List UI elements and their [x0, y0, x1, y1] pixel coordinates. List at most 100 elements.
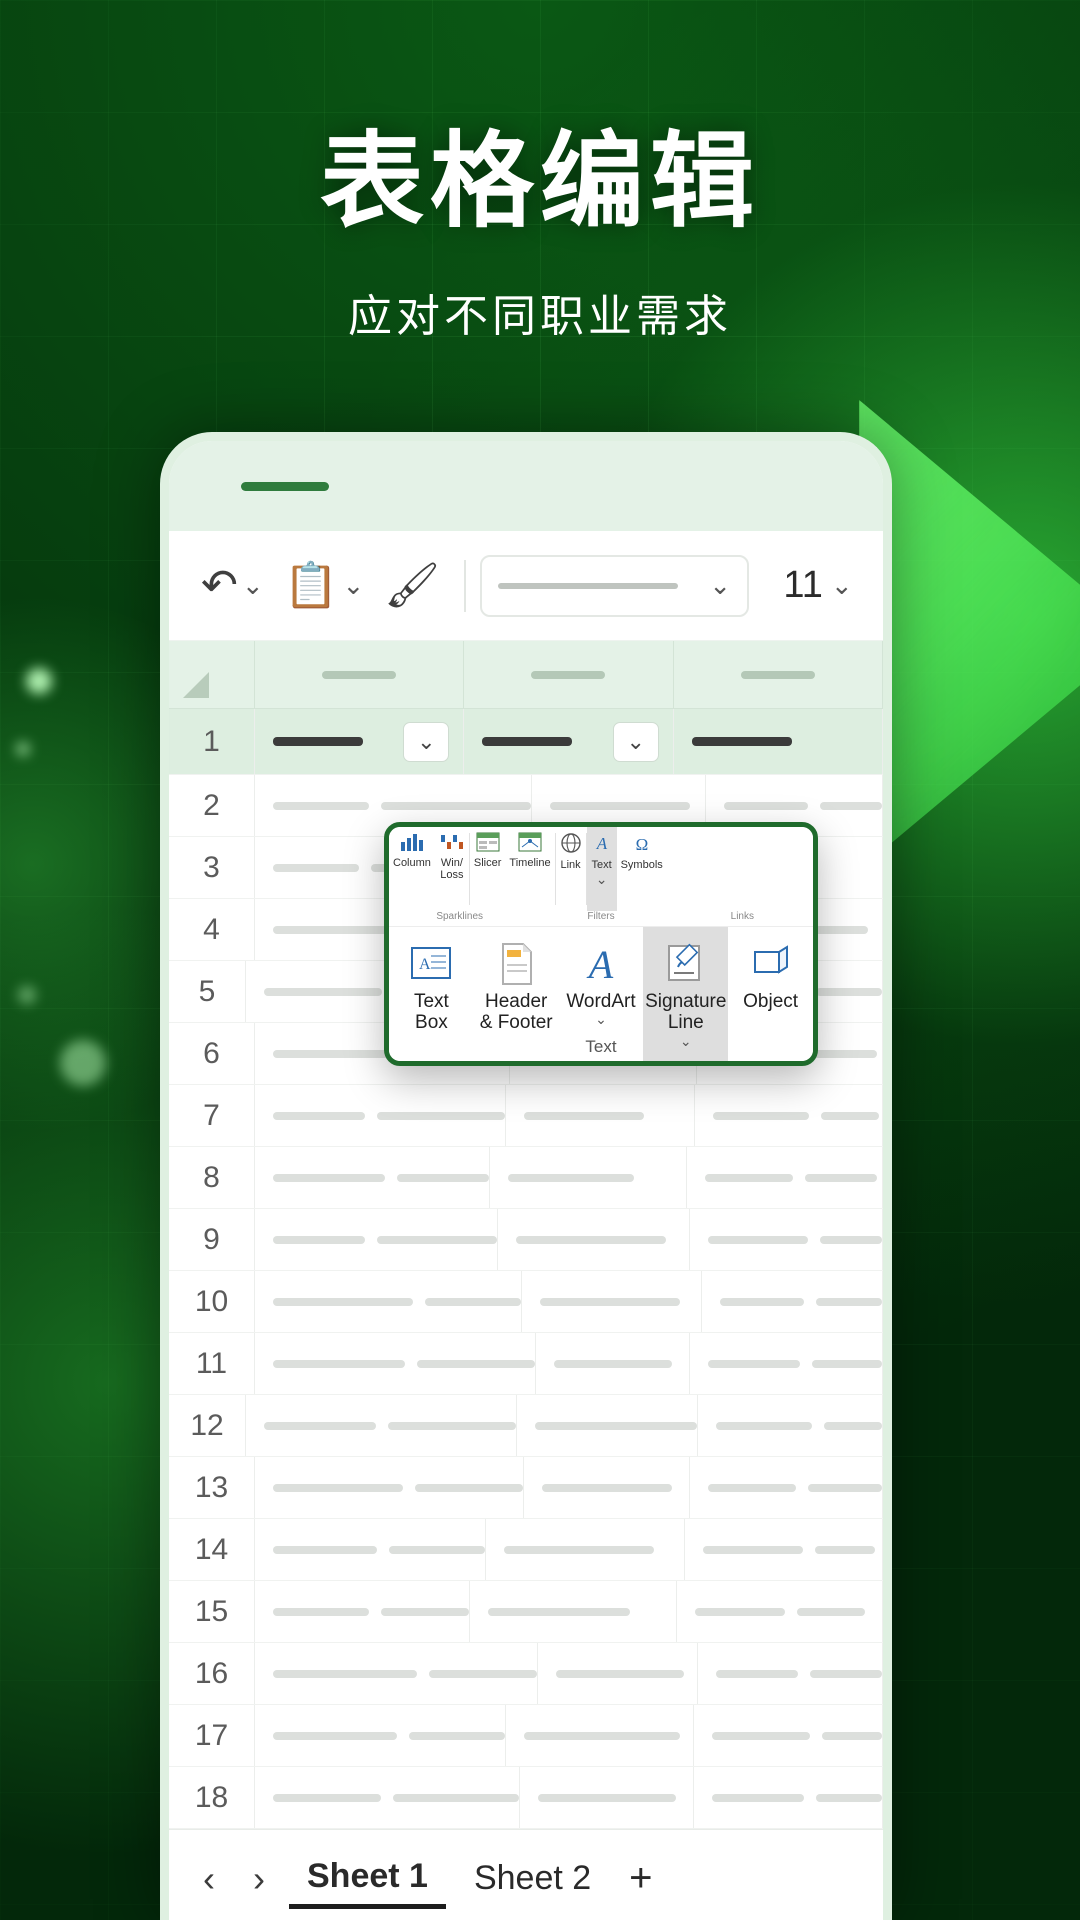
grid-cell[interactable] — [698, 1643, 883, 1704]
row-number[interactable]: 2 — [169, 775, 255, 836]
grid-cell[interactable] — [698, 1395, 883, 1456]
select-all-corner[interactable] — [169, 641, 255, 708]
table-row[interactable]: 9 — [169, 1209, 883, 1271]
row-number[interactable]: 11 — [169, 1333, 255, 1394]
grid-cell[interactable] — [255, 1209, 498, 1270]
font-name-select[interactable]: ⌄ — [480, 555, 749, 617]
grid-cell[interactable] — [695, 1085, 884, 1146]
row-number[interactable]: 15 — [169, 1581, 255, 1642]
cell-text-placeholder — [716, 1422, 812, 1430]
column-filter-button[interactable]: ⌄ — [613, 722, 659, 762]
table-row[interactable]: 18 — [169, 1767, 883, 1829]
next-sheet-button[interactable]: › — [239, 1858, 279, 1900]
row-number[interactable]: 14 — [169, 1519, 255, 1580]
table-row[interactable]: 13 — [169, 1457, 883, 1519]
ribbon-item-omega-symbol[interactable]: ΩSymbols — [617, 827, 667, 911]
grid-cell[interactable]: ⌄ — [464, 709, 673, 774]
table-row[interactable]: 1 ⌄ ⌄ — [169, 709, 883, 775]
ribbon-item-win-loss-chart[interactable]: Win/ Loss — [435, 827, 469, 911]
row-number[interactable]: 16 — [169, 1643, 255, 1704]
grid-cell[interactable] — [702, 1271, 883, 1332]
grid-cell[interactable] — [255, 1581, 470, 1642]
grid-cell[interactable] — [490, 1147, 687, 1208]
row-number[interactable]: 12 — [169, 1395, 246, 1456]
format-painter-button[interactable]: 🖌 — [374, 564, 450, 608]
grid-cell[interactable] — [536, 1333, 690, 1394]
grid-cell[interactable] — [677, 1581, 884, 1642]
row-number[interactable]: 6 — [169, 1023, 255, 1084]
grid-cell[interactable] — [255, 1271, 522, 1332]
ribbon-item-timeline[interactable]: Timeline — [505, 827, 554, 911]
grid-cell[interactable] — [255, 1705, 506, 1766]
column-filter-button[interactable]: ⌄ — [403, 722, 449, 762]
row-number[interactable]: 1 — [169, 709, 255, 774]
grid-cell[interactable] — [522, 1271, 702, 1332]
grid-cell[interactable] — [674, 709, 883, 774]
row-number[interactable]: 18 — [169, 1767, 255, 1828]
win-loss-chart-icon — [439, 832, 465, 856]
chevron-down-icon[interactable]: ⌄ — [596, 872, 608, 887]
row-number[interactable]: 5 — [169, 961, 246, 1022]
grid-cell[interactable] — [520, 1767, 694, 1828]
grid-cell[interactable] — [694, 1767, 883, 1828]
row-number[interactable]: 7 — [169, 1085, 255, 1146]
row-number[interactable]: 13 — [169, 1457, 255, 1518]
grid-cell[interactable] — [690, 1457, 883, 1518]
grid-cell[interactable]: ⌄ — [255, 709, 464, 774]
grid-cell[interactable] — [687, 1147, 884, 1208]
grid-cell[interactable] — [506, 1705, 694, 1766]
ribbon-item-column-chart[interactable]: Column — [389, 827, 435, 911]
table-row[interactable]: 11 — [169, 1333, 883, 1395]
grid-cell[interactable] — [255, 1085, 506, 1146]
grid-cell[interactable] — [255, 1333, 536, 1394]
grid-cell[interactable] — [255, 1457, 524, 1518]
table-row[interactable]: 8 — [169, 1147, 883, 1209]
table-row[interactable]: 10 — [169, 1271, 883, 1333]
grid-cell[interactable] — [685, 1519, 884, 1580]
table-row[interactable]: 14 — [169, 1519, 883, 1581]
grid-cell[interactable] — [255, 1147, 490, 1208]
table-row[interactable]: 15 — [169, 1581, 883, 1643]
ribbon-item-link-globe[interactable]: Link — [556, 827, 586, 911]
row-number[interactable]: 3 — [169, 837, 255, 898]
row-number[interactable]: 8 — [169, 1147, 255, 1208]
grid-cell[interactable] — [694, 1705, 883, 1766]
spreadsheet-grid[interactable]: 1 ⌄ ⌄ 23456789101112131415161718 — [169, 641, 883, 1829]
sheet-tab-2[interactable]: Sheet 2 — [456, 1851, 609, 1906]
ribbon-item-slicer[interactable]: Slicer — [470, 827, 506, 911]
column-header-c[interactable] — [674, 641, 883, 708]
add-sheet-button[interactable]: + — [619, 1856, 662, 1901]
table-row[interactable]: 17 — [169, 1705, 883, 1767]
row-number[interactable]: 17 — [169, 1705, 255, 1766]
grid-cell[interactable] — [690, 1209, 883, 1270]
row-number[interactable]: 4 — [169, 899, 255, 960]
grid-cell[interactable] — [506, 1085, 695, 1146]
prev-sheet-button[interactable]: ‹ — [189, 1858, 229, 1900]
grid-cell[interactable] — [470, 1581, 677, 1642]
grid-cell[interactable] — [498, 1209, 690, 1270]
chevron-down-icon[interactable]: ⌄ — [595, 1012, 607, 1028]
grid-cell[interactable] — [255, 1767, 520, 1828]
sheet-tab-1[interactable]: Sheet 1 — [289, 1849, 446, 1909]
drag-handle[interactable] — [241, 482, 329, 491]
grid-cell[interactable] — [517, 1395, 698, 1456]
grid-cell[interactable] — [690, 1333, 883, 1394]
table-row[interactable]: 12 — [169, 1395, 883, 1457]
row-number[interactable]: 10 — [169, 1271, 255, 1332]
font-size-select[interactable]: 11 ⌄ — [763, 555, 873, 617]
paste-button[interactable]: 📋 ⌄ — [274, 564, 375, 608]
grid-cell[interactable] — [255, 1519, 486, 1580]
grid-cell[interactable] — [246, 1395, 517, 1456]
grid-cell[interactable] — [486, 1519, 685, 1580]
grid-cell[interactable] — [538, 1643, 698, 1704]
grid-cell[interactable] — [255, 1643, 538, 1704]
ribbon-item-text[interactable]: AText⌄ — [587, 827, 617, 911]
column-header-b[interactable] — [464, 641, 673, 708]
table-row[interactable]: 16 — [169, 1643, 883, 1705]
column-header-a[interactable] — [255, 641, 464, 708]
grid-cell[interactable] — [524, 1457, 690, 1518]
table-row[interactable]: 7 — [169, 1085, 883, 1147]
insert-ribbon-popup[interactable]: ColumnWin/ LossSlicerTimelineLinkAText⌄Ω… — [384, 822, 818, 1066]
row-number[interactable]: 9 — [169, 1209, 255, 1270]
undo-button[interactable]: ↶ ⌄ — [191, 564, 274, 608]
